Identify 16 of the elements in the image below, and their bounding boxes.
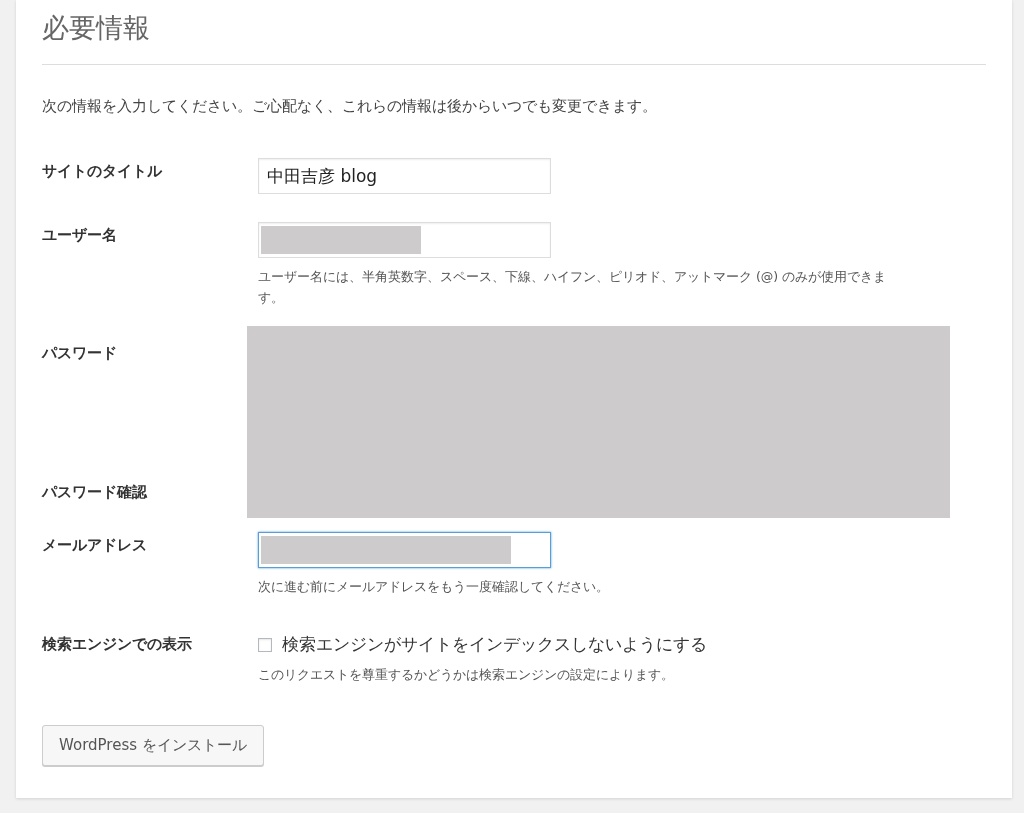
field-hint: 次に進む前にメールアドレスをもう一度確認してください。 <box>258 578 610 596</box>
field-hint: このリクエストを尊重するかどうかは検索エンジンの設定によります。 <box>258 666 675 684</box>
input-field[interactable]: 中田吉彦 blog <box>258 158 551 194</box>
section-heading: 必要情報 <box>42 11 151 45</box>
install-button[interactable]: WordPress をインストール <box>42 725 264 766</box>
intro-text: 次の情報を入力してください。ご心配なく、これらの情報は後からいつでも変更できます。 <box>42 97 658 116</box>
field-label: メールアドレス <box>42 535 148 556</box>
field-label: ユーザー名 <box>42 225 118 246</box>
field-label: パスワード <box>42 344 118 363</box>
field-label: パスワード確認 <box>42 483 148 502</box>
input-field[interactable] <box>258 532 551 568</box>
field-label: サイトのタイトル <box>42 161 163 182</box>
checkbox-label[interactable]: 検索エンジンがサイトをインデックスしないようにする <box>282 633 707 656</box>
field-label: 検索エンジンでの表示 <box>42 634 193 655</box>
field-hint: ユーザー名には、半角英数字、スペース、下線、ハイフン、ピリオド、アットマーク (@) のみが使用できます。 <box>258 268 888 307</box>
checkbox[interactable] <box>258 637 272 652</box>
